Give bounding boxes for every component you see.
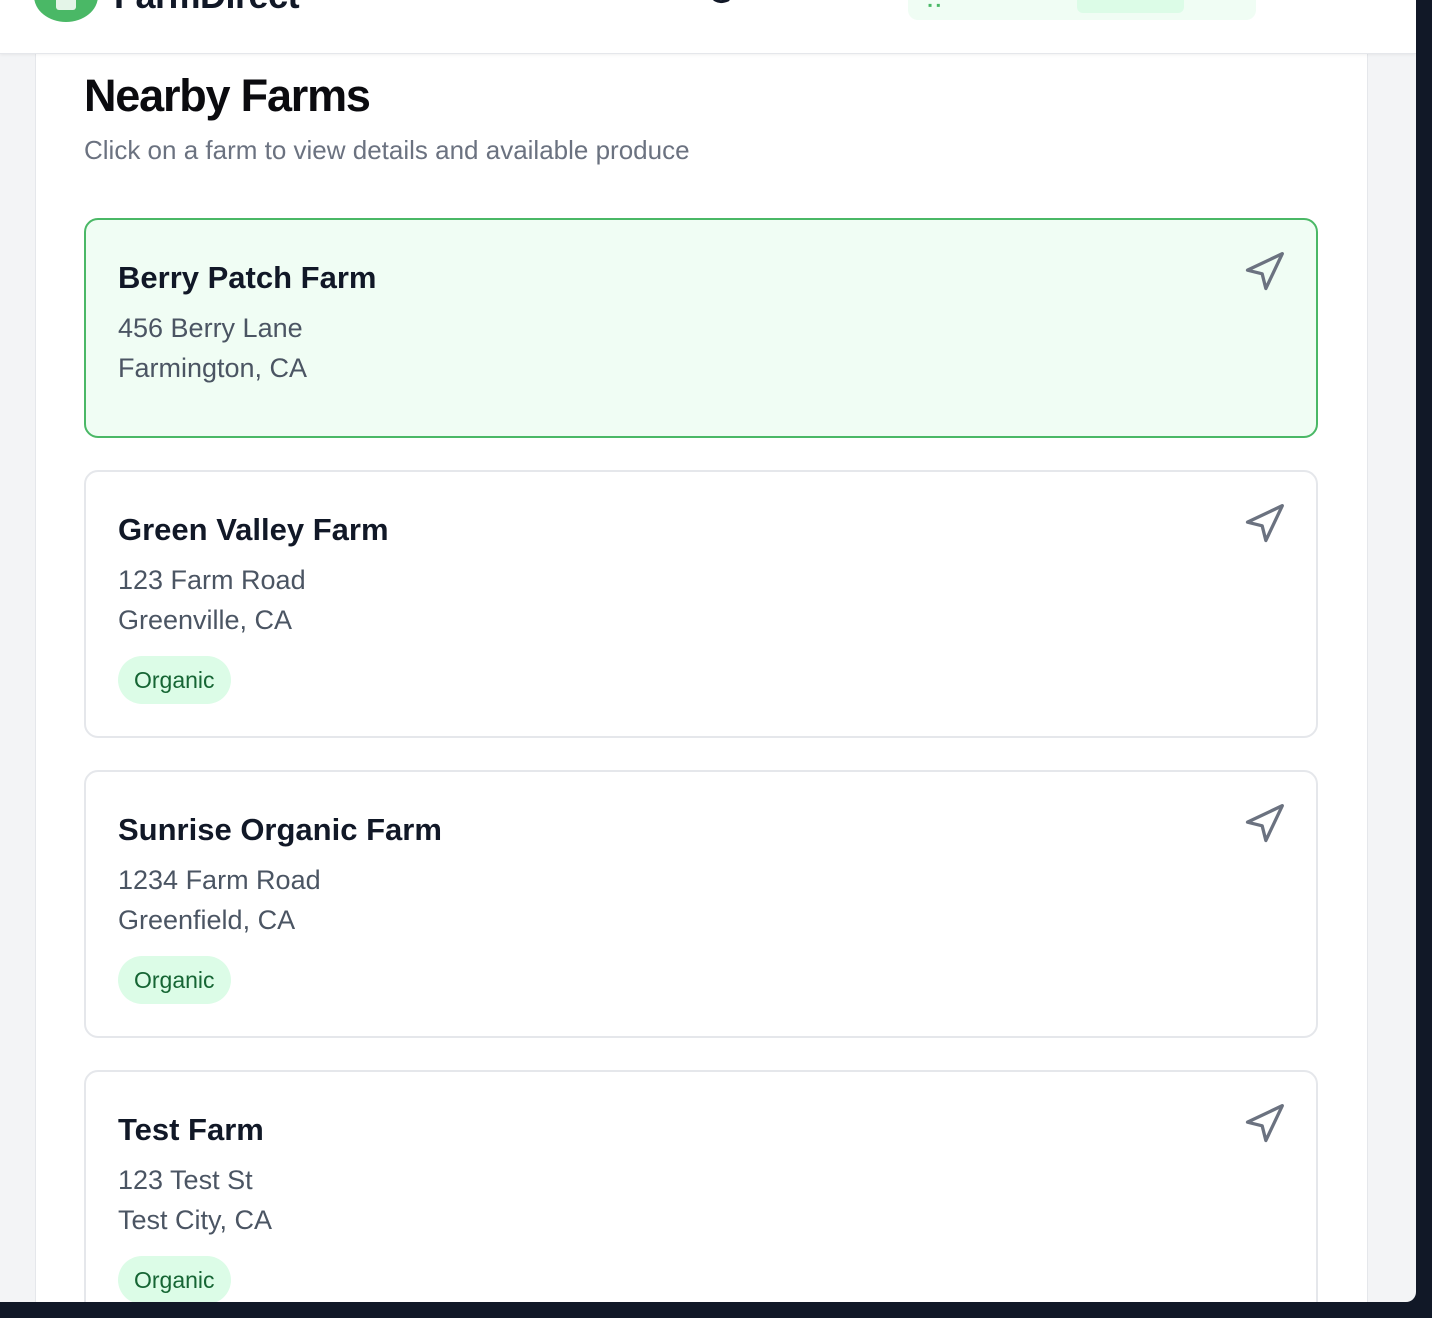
nav-menu-pill[interactable]: ▪▪	[908, 0, 1256, 20]
cart-icon[interactable]	[822, 0, 852, 8]
farm-address: 456 Berry Lane	[118, 313, 303, 343]
chat-icon[interactable]	[706, 0, 736, 8]
app-name[interactable]: FarmDirect	[114, 0, 300, 14]
farm-address: 1234 Farm Road	[118, 865, 321, 895]
farm-card-test[interactable]: Test Farm 123 Test St Test City, CA Orga…	[84, 1070, 1318, 1302]
farm-city: Greenville, CA	[118, 605, 293, 635]
navigation-arrow-icon[interactable]	[1242, 502, 1286, 546]
farm-address: 123 Farm Road	[118, 565, 306, 595]
farm-city: Greenfield, CA	[118, 905, 296, 935]
browser-window: FarmDirect ▪▪ Nearby Farms Click on a fa…	[0, 0, 1416, 1302]
farm-card-sunrise-organic[interactable]: Sunrise Organic Farm 1234 Farm Road Gree…	[84, 770, 1318, 1038]
farm-city: Test City, CA	[118, 1205, 273, 1235]
farm-name: Green Valley Farm	[118, 512, 389, 547]
navigation-arrow-icon[interactable]	[1242, 802, 1286, 846]
page-title: Nearby Farms	[84, 70, 371, 121]
organic-badge: Organic	[118, 1256, 231, 1302]
farm-card-berry-patch[interactable]: Berry Patch Farm 456 Berry Lane Farmingt…	[84, 218, 1318, 438]
nav-pill-marks: ▪▪	[928, 0, 945, 12]
farm-city: Farmington, CA	[118, 353, 308, 383]
farm-list: Berry Patch Farm 456 Berry Lane Farmingt…	[84, 218, 1318, 1302]
nav-pill-active-segment[interactable]	[1077, 0, 1184, 13]
farm-name: Sunrise Organic Farm	[118, 812, 442, 847]
navigation-arrow-icon[interactable]	[1242, 1102, 1286, 1146]
farm-name: Berry Patch Farm	[118, 260, 377, 295]
logo-glyph	[56, 0, 76, 10]
page-subtitle: Click on a farm to view details and avai…	[84, 135, 690, 165]
organic-badge: Organic	[118, 656, 231, 704]
top-navigation-bar: FarmDirect ▪▪	[0, 0, 1416, 54]
organic-badge: Organic	[118, 956, 231, 1004]
navigation-arrow-icon[interactable]	[1242, 250, 1286, 294]
farm-card-green-valley[interactable]: Green Valley Farm 123 Farm Road Greenvil…	[84, 470, 1318, 738]
farm-name: Test Farm	[118, 1112, 264, 1147]
farm-address: 123 Test St	[118, 1165, 253, 1195]
